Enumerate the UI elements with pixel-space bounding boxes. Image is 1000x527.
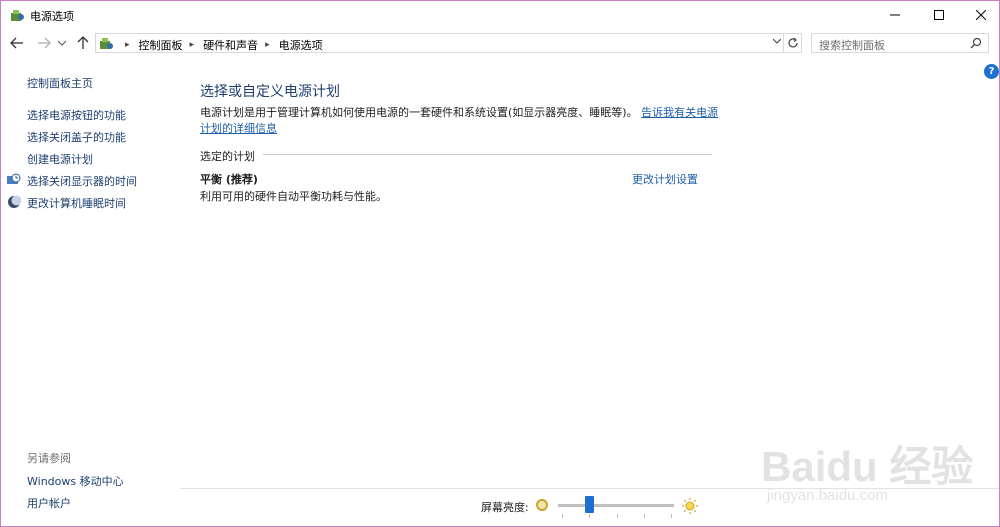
page-description: 电源计划是用于管理计算机如何使用电源的一套硬件和系统设置(如显示器亮度、睡眠等)… bbox=[200, 105, 720, 137]
refresh-icon bbox=[787, 37, 798, 48]
chevron-right-icon[interactable]: ▸ bbox=[265, 40, 270, 50]
window-title: 电源选项 bbox=[30, 10, 74, 23]
navigation-bar: ▸ 控制面板 ▸ 硬件和声音 ▸ 电源选项 搜索控制面板 bbox=[1, 30, 999, 56]
title-bar: 电源选项 bbox=[1, 1, 999, 29]
sleep-moon-icon bbox=[8, 195, 21, 208]
create-power-plan-link[interactable]: 创建电源计划 bbox=[27, 151, 93, 167]
change-plan-settings-link[interactable]: 更改计划设置 bbox=[632, 171, 698, 187]
control-panel-home-link[interactable]: 控制面板主页 bbox=[27, 75, 93, 91]
plan-description: 利用可用的硬件自动平衡功耗与性能。 bbox=[200, 190, 387, 203]
brightness-slider-track[interactable] bbox=[558, 504, 674, 507]
address-dropdown-icon[interactable] bbox=[772, 37, 782, 47]
refresh-button[interactable] bbox=[784, 33, 802, 53]
search-placeholder: 搜索控制面板 bbox=[819, 39, 885, 52]
help-icon[interactable]: ? bbox=[984, 64, 999, 79]
maximize-icon bbox=[934, 10, 944, 20]
sleep-time-link[interactable]: 更改计算机睡眠时间 bbox=[27, 195, 126, 211]
arrow-right-icon bbox=[38, 37, 51, 49]
breadcrumb-hardware-sound[interactable]: 硬件和声音 bbox=[203, 37, 258, 53]
breadcrumb-power-options[interactable]: 电源选项 bbox=[279, 37, 323, 53]
brightness-slider-thumb[interactable] bbox=[584, 496, 594, 513]
watermark-url: jingyan.baidu.com bbox=[767, 487, 888, 504]
forward-button[interactable] bbox=[34, 33, 54, 53]
brightness-high-icon bbox=[682, 498, 698, 514]
arrow-left-icon bbox=[10, 37, 23, 49]
user-accounts-link[interactable]: 用户帐户 bbox=[27, 495, 71, 511]
selected-plan-heading: 选定的计划 bbox=[200, 150, 255, 163]
search-input[interactable]: 搜索控制面板 bbox=[811, 33, 989, 53]
close-button[interactable] bbox=[963, 1, 999, 29]
address-bar[interactable]: ▸ 控制面板 ▸ 硬件和声音 ▸ 电源选项 bbox=[95, 33, 784, 53]
power-button-behavior-link[interactable]: 选择电源按钮的功能 bbox=[27, 107, 126, 123]
search-icon[interactable] bbox=[970, 37, 982, 49]
watermark-text: Baidu 经验 bbox=[761, 443, 974, 490]
arrow-up-icon bbox=[77, 36, 89, 49]
lid-close-behavior-link[interactable]: 选择关闭盖子的功能 bbox=[27, 129, 126, 145]
windows-mobility-center-link[interactable]: Windows 移动中心 bbox=[27, 473, 124, 489]
breadcrumb-control-panel[interactable]: 控制面板 bbox=[139, 37, 183, 53]
chevron-down-icon bbox=[58, 40, 66, 46]
power-options-icon bbox=[11, 10, 24, 21]
back-button[interactable] bbox=[7, 33, 27, 53]
recent-locations-button[interactable] bbox=[55, 33, 69, 53]
display-off-time-link[interactable]: 选择关闭显示器的时间 bbox=[27, 173, 137, 189]
chevron-right-icon[interactable]: ▸ bbox=[125, 40, 130, 50]
brightness-label: 屏幕亮度: bbox=[481, 501, 529, 514]
plan-name[interactable]: 平衡 (推荐) bbox=[200, 171, 258, 187]
see-also-heading: 另请参阅 bbox=[27, 452, 71, 465]
brightness-slider-ticks bbox=[562, 514, 672, 518]
left-task-pane: 控制面板主页 选择电源按钮的功能 选择关闭盖子的功能 创建电源计划 选择关闭显示… bbox=[1, 63, 179, 525]
power-options-window: 电源选项 ▸ 控制面板 ▸ 硬件和声音 ▸ 电源选项 搜索控制面板 控制面板主页… bbox=[0, 0, 1000, 527]
control-panel-icon bbox=[100, 38, 113, 49]
description-text: 电源计划是用于管理计算机如何使用电源的一套硬件和系统设置(如显示器亮度、睡眠等)… bbox=[200, 106, 638, 119]
minimize-icon bbox=[890, 14, 900, 16]
close-icon bbox=[976, 10, 986, 20]
brightness-low-icon bbox=[536, 499, 548, 511]
minimize-button[interactable] bbox=[877, 1, 913, 29]
display-timer-icon bbox=[7, 173, 21, 184]
section-divider bbox=[263, 154, 712, 155]
breadcrumb: ▸ 控制面板 ▸ 硬件和声音 ▸ 电源选项 bbox=[118, 37, 323, 53]
maximize-button[interactable] bbox=[921, 1, 957, 29]
baidu-watermark: Baidu 经验 jingyan.baidu.com bbox=[761, 421, 1000, 521]
up-button[interactable] bbox=[73, 33, 93, 53]
chevron-right-icon[interactable]: ▸ bbox=[190, 40, 195, 50]
page-title: 选择或自定义电源计划 bbox=[200, 84, 340, 100]
